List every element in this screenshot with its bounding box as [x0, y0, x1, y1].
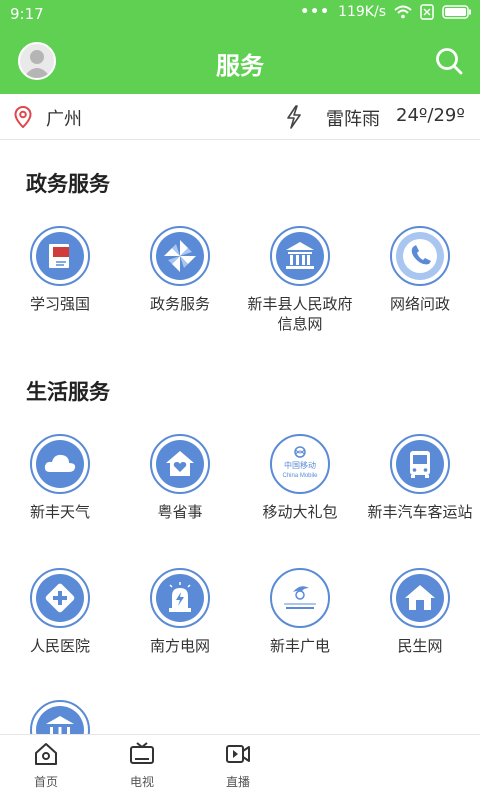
- item-label: 政务服务: [149, 295, 210, 313]
- china-mobile-en: China Mobile: [282, 473, 318, 479]
- service-item-yueshengshi[interactable]: 粤省事: [120, 434, 240, 522]
- pinwheel-icon: [150, 226, 210, 286]
- china-mobile-logo: 中国移动 China Mobile: [270, 434, 330, 494]
- item-label: 学习强国: [29, 295, 90, 313]
- item-label: 新丰汽车客运站: [367, 503, 473, 521]
- bottom-tab-bar: 首页 电视 直播: [0, 734, 480, 800]
- broadcast-logo: [270, 568, 330, 628]
- service-item-bus[interactable]: 新丰汽车客运站: [360, 434, 480, 522]
- battery-icon: [442, 5, 471, 19]
- search-icon: [436, 48, 463, 75]
- tab-home[interactable]: 首页: [16, 741, 76, 790]
- phone-icon: [390, 226, 450, 286]
- service-item-minsheng[interactable]: 民生网: [360, 568, 480, 656]
- weather-description: 雷阵雨: [326, 109, 380, 130]
- tab-label: 直播: [225, 775, 250, 789]
- tab-tv[interactable]: 电视: [112, 741, 172, 790]
- tab-live[interactable]: 直播: [208, 741, 268, 790]
- section-title-life: 生活服务: [26, 380, 110, 404]
- item-label: 网络问政: [389, 295, 450, 313]
- item-label: 新丰广电: [269, 637, 330, 655]
- app-header: 服务: [0, 28, 480, 94]
- temperature: 24º/29º: [396, 105, 465, 126]
- service-item-mobile[interactable]: 中国移动 China Mobile 移动大礼包: [240, 434, 360, 522]
- service-item-power-grid[interactable]: 南方电网: [120, 568, 240, 656]
- power-alarm-icon: [150, 568, 210, 628]
- item-label: 新丰县人民政府信息网: [247, 295, 353, 333]
- service-item-zhengwu[interactable]: 政务服务: [120, 226, 240, 314]
- no-sim-icon: [420, 4, 434, 20]
- city-name: 广州: [46, 109, 82, 130]
- tab-label: 首页: [33, 775, 58, 789]
- thunder-icon: [287, 105, 301, 129]
- item-label: 南方电网: [149, 637, 210, 655]
- video-icon: [226, 745, 250, 763]
- bus-icon: [390, 434, 450, 494]
- more-dots-icon: •••: [300, 4, 331, 20]
- network-speed: 119K/s: [338, 4, 386, 20]
- status-bar: 9:17 ••• 119K/s: [0, 0, 480, 28]
- weather-bar[interactable]: 广州 雷阵雨 24º/29º: [0, 94, 480, 140]
- government-building-icon: [270, 226, 330, 286]
- page-title: 服务: [216, 52, 264, 80]
- house-heart-icon: [150, 434, 210, 494]
- china-mobile-cn: 中国移动: [284, 460, 316, 470]
- item-label: 民生网: [397, 637, 443, 655]
- tv-icon: [130, 742, 154, 764]
- house-icon: [390, 568, 450, 628]
- service-item-hospital[interactable]: 人民医院: [0, 568, 120, 656]
- tab-label: 电视: [129, 775, 154, 789]
- wifi-icon: [394, 5, 412, 19]
- home-icon: [35, 743, 57, 765]
- service-item-xuexi[interactable]: 学习强国: [0, 226, 120, 314]
- status-time: 9:17: [10, 5, 44, 23]
- flag-book-icon: [30, 226, 90, 286]
- search-button[interactable]: [434, 46, 464, 76]
- location-pin-icon: [14, 106, 32, 128]
- status-icons: ••• 119K/s: [300, 4, 472, 20]
- service-item-weather[interactable]: 新丰天气: [0, 434, 120, 522]
- item-label: 新丰天气: [29, 503, 90, 521]
- service-item-gov-site[interactable]: 新丰县人民政府信息网: [240, 226, 360, 334]
- item-label: 移动大礼包: [262, 503, 338, 521]
- medical-cross-icon: [30, 568, 90, 628]
- item-label: 人民医院: [29, 637, 90, 655]
- service-item-wenzheng[interactable]: 网络问政: [360, 226, 480, 314]
- cloud-icon: [30, 434, 90, 494]
- item-label: 粤省事: [157, 503, 203, 521]
- service-item-broadcast[interactable]: 新丰广电: [240, 568, 360, 656]
- section-title-gov: 政务服务: [26, 172, 110, 196]
